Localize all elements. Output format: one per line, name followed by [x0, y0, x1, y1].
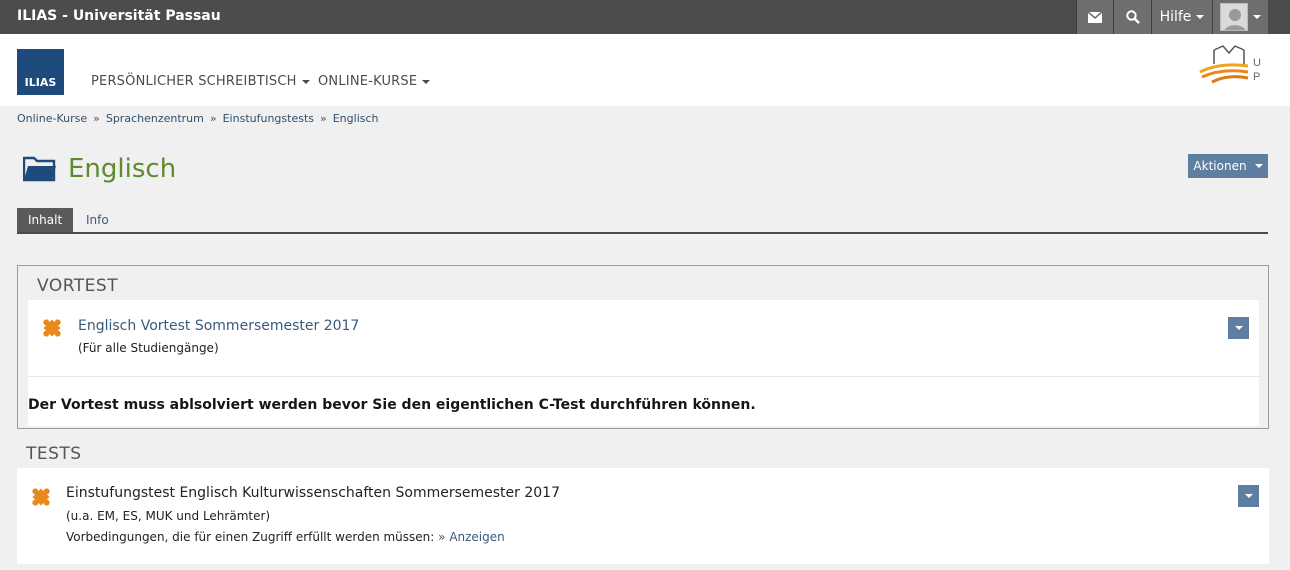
item-title-link[interactable]: Englisch Vortest Sommersemester 2017 — [78, 318, 359, 334]
chevron-down-icon — [1253, 15, 1261, 19]
item-actions-dropdown[interactable] — [1228, 317, 1249, 339]
breadcrumb-item[interactable]: Online-Kurse — [17, 112, 87, 125]
main-header: ILIAS PERSÖNLICHER SCHREIBTISCH ONLINE-K… — [0, 34, 1290, 106]
folder-icon — [23, 156, 56, 182]
ilias-logo[interactable]: ILIAS — [17, 49, 64, 95]
mail-icon — [1088, 11, 1102, 23]
actions-label: Aktionen — [1193, 159, 1247, 173]
tests-heading: TESTS — [26, 444, 82, 464]
svg-text:U: U — [1253, 57, 1261, 69]
nav-personal-desktop[interactable]: PERSÖNLICHER SCHREIBTISCH — [91, 74, 310, 89]
page-title: Englisch — [68, 154, 177, 184]
nav-personal-desktop-label: PERSÖNLICHER SCHREIBTISCH — [91, 74, 297, 89]
actions-button[interactable]: Aktionen — [1188, 154, 1268, 178]
item-actions-dropdown[interactable] — [1238, 485, 1259, 507]
breadcrumb-item[interactable]: Sprachenzentrum — [106, 112, 204, 125]
mail-button[interactable] — [1076, 0, 1113, 34]
installation-title: ILIAS - Universität Passau — [17, 8, 221, 24]
breadcrumb-separator: » — [93, 112, 100, 125]
university-logo: U P — [1199, 45, 1261, 84]
help-dropdown[interactable]: Hilfe — [1151, 0, 1212, 34]
svg-text:P: P — [1253, 71, 1260, 83]
help-label: Hilfe — [1159, 9, 1192, 25]
list-item: Einstufungstest Englisch Kulturwissensch… — [17, 468, 1269, 564]
search-icon — [1125, 10, 1140, 24]
breadcrumb-item[interactable]: Einstufungstests — [223, 112, 314, 125]
nav-online-courses-label: ONLINE-KURSE — [318, 74, 418, 89]
breadcrumb-separator: » — [209, 112, 217, 125]
puzzle-icon — [43, 319, 61, 337]
chevron-down-icon — [1234, 326, 1243, 330]
tab-info[interactable]: Info — [75, 208, 120, 232]
search-button[interactable] — [1113, 0, 1151, 34]
puzzle-icon — [32, 488, 50, 506]
top-bar: ILIAS - Universität Passau Hilfe — [0, 0, 1290, 34]
user-menu[interactable] — [1212, 0, 1268, 34]
prerequisites-label: Vorbedingungen, die für einen Zugriff er… — [66, 530, 435, 544]
chevron-down-icon — [422, 79, 431, 84]
chevron-down-icon — [1254, 164, 1263, 168]
prerequisites-row: Vorbedingungen, die für einen Zugriff er… — [66, 530, 505, 544]
breadcrumb-item[interactable]: Englisch — [333, 112, 379, 125]
notice-row: Der Vortest muss ablsolviert werden bevo… — [28, 376, 1259, 426]
tab-bar: Inhalt Info — [17, 208, 1268, 234]
list-item: Englisch Vortest Sommersemester 2017 (Fü… — [28, 300, 1259, 376]
breadcrumb: Online-Kurse » Sprachenzentrum » Einstufungs… — [17, 112, 379, 125]
breadcrumb-separator: » — [320, 112, 327, 125]
item-description: (Für alle Studiengänge) — [78, 341, 219, 355]
vortest-heading: VORTEST — [37, 276, 119, 296]
tab-content[interactable]: Inhalt — [17, 208, 74, 232]
show-prerequisites-link[interactable]: » Anzeigen — [438, 530, 505, 544]
nav-online-courses[interactable]: ONLINE-KURSE — [318, 74, 431, 89]
item-description: (u.a. EM, ES, MUK und Lehrämter) — [66, 509, 271, 523]
item-title: Einstufungstest Englisch Kulturwissensch… — [66, 485, 560, 501]
notice-text: Der Vortest muss ablsolviert werden bevo… — [28, 397, 756, 413]
chevron-down-icon — [1196, 15, 1205, 19]
chevron-down-icon — [1244, 494, 1253, 498]
vortest-block: VORTEST Englisch Vortest Sommersemester … — [17, 265, 1269, 429]
chevron-down-icon — [301, 79, 310, 84]
avatar — [1220, 3, 1248, 31]
